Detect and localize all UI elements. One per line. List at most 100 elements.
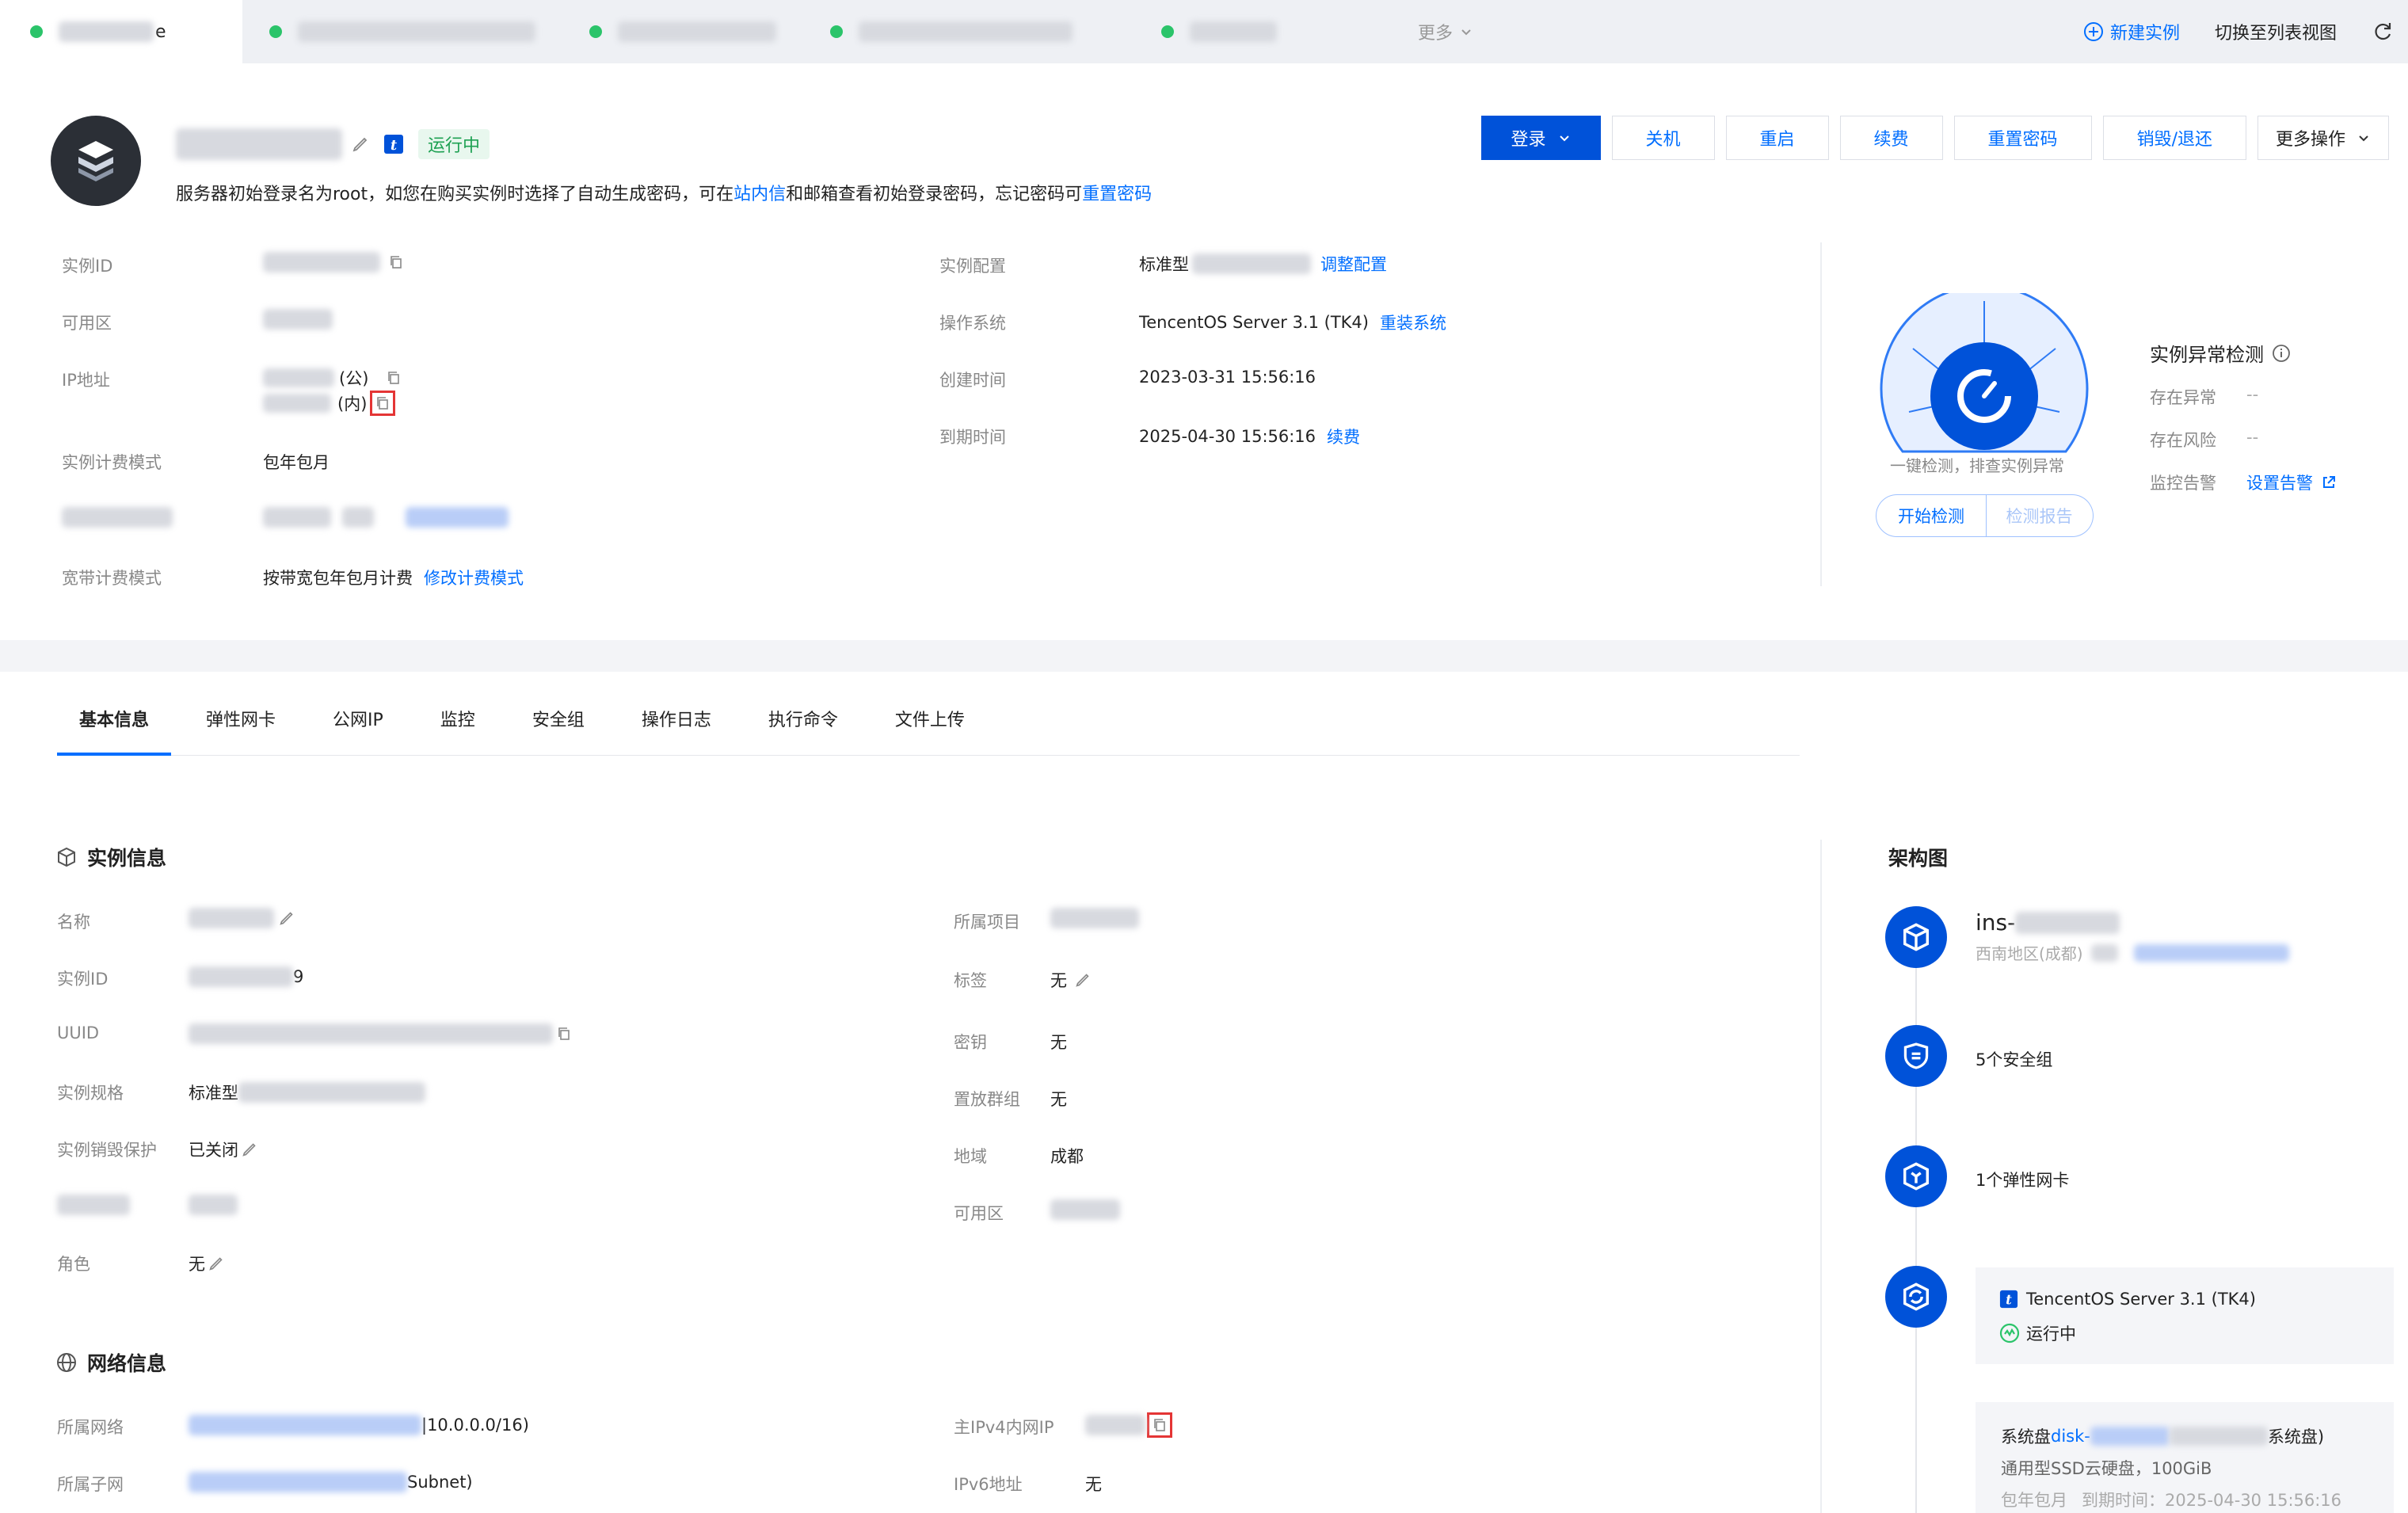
instance-title-row: t 运行中 xyxy=(176,127,490,162)
arch-instance-row: ins- xyxy=(1976,909,2120,936)
name-blurred xyxy=(189,908,274,928)
disk-id-blurred[interactable] xyxy=(2090,1427,2170,1446)
copy-icon[interactable] xyxy=(386,370,402,386)
expire-row: 2025-04-30 15:56:16 续费 xyxy=(1139,425,1360,448)
tab-operation-log[interactable]: 操作日志 xyxy=(642,681,711,756)
zone-label: 可用区 xyxy=(62,314,112,333)
blurred-link[interactable] xyxy=(406,507,509,528)
instance-tab-1[interactable]: e xyxy=(0,0,242,63)
copy-icon[interactable] xyxy=(556,1026,572,1042)
renew-link[interactable]: 续费 xyxy=(1327,425,1360,448)
detect-report-button[interactable]: 检测报告 xyxy=(1986,494,2094,537)
info-icon[interactable] xyxy=(2272,344,2291,363)
tencentos-logo-icon: t xyxy=(384,135,403,154)
copy-icon[interactable] xyxy=(388,254,404,270)
switch-list-view-button[interactable]: 切换至列表视图 xyxy=(2215,19,2337,44)
inbox-link[interactable]: 站内信 xyxy=(733,185,786,204)
role-label: 角色 xyxy=(57,1255,90,1274)
uuid-blurred xyxy=(189,1023,553,1044)
renew-button[interactable]: 续费 xyxy=(1839,116,1943,160)
security-groups-link[interactable]: 5个安全组 xyxy=(1976,1047,2052,1071)
cube-stack-icon xyxy=(78,141,113,181)
notice-text-1: 服务器初始登录名为root，如您在购买实例时选择了自动生成密码，可在 xyxy=(176,185,734,204)
section-separator xyxy=(0,640,2408,672)
tab-security-group[interactable]: 安全组 xyxy=(532,681,585,756)
tab-name-blurred xyxy=(59,21,154,42)
expire-value: 2025-04-30 15:56:16 xyxy=(1139,427,1316,446)
instance-info-heading: 实例信息 xyxy=(55,843,166,871)
edit-pencil-icon[interactable] xyxy=(207,1254,226,1273)
reset-password-button[interactable]: 重置密码 xyxy=(1953,116,2092,160)
chevron-down-icon xyxy=(1559,135,1569,142)
role-row: 无 xyxy=(189,1252,226,1275)
tab-file-upload[interactable]: 文件上传 xyxy=(895,681,965,756)
tab-monitor[interactable]: 监控 xyxy=(440,681,475,756)
adjust-config-link[interactable]: 调整配置 xyxy=(1320,252,1387,276)
set-alarm-link[interactable]: 设置告警 xyxy=(2246,471,2313,494)
uuid-row xyxy=(189,1023,572,1044)
instance-tab-2[interactable] xyxy=(269,0,535,63)
ip-public-row: (公) xyxy=(263,366,402,390)
login-button[interactable]: 登录 xyxy=(1481,116,1601,160)
instance-tab-4[interactable] xyxy=(830,0,1073,63)
tab-name-blurred xyxy=(1190,21,1277,42)
status-badge: 运行中 xyxy=(418,129,490,159)
id-row: 9 xyxy=(189,966,303,987)
detect-gauge-icon xyxy=(1880,293,2089,453)
tab-more-dropdown[interactable]: 更多 xyxy=(1418,0,1473,63)
disk-expire: 到期时间：2025-04-30 15:56:16 xyxy=(2082,1491,2342,1510)
more-actions-button[interactable]: 更多操作 xyxy=(2257,116,2389,160)
tab-public-ip[interactable]: 公网IP xyxy=(333,681,383,756)
new-instance-button[interactable]: 新建实例 xyxy=(2083,19,2180,44)
instance-name-blurred xyxy=(176,128,342,160)
edit-pencil-icon[interactable] xyxy=(1073,970,1092,989)
tab-name-blurred xyxy=(298,21,535,42)
shutdown-button[interactable]: 关机 xyxy=(1611,116,1715,160)
tab-run-command[interactable]: 执行命令 xyxy=(768,681,838,756)
reinstall-link[interactable]: 重装系统 xyxy=(1380,311,1446,334)
blurred-label xyxy=(57,1195,130,1215)
ip-private-blurred xyxy=(263,394,331,413)
ipv6-value: 无 xyxy=(1085,1475,1102,1494)
tab-more-label: 更多 xyxy=(1418,24,1454,44)
tab-eni[interactable]: 弹性网卡 xyxy=(206,681,276,756)
edit-pencil-icon[interactable] xyxy=(277,909,296,928)
vpc-link-blurred[interactable] xyxy=(189,1415,421,1435)
eni-link[interactable]: 1个弹性网卡 xyxy=(1976,1168,2069,1191)
zone-blurred xyxy=(1050,1199,1120,1220)
subnet-link-blurred[interactable] xyxy=(189,1472,407,1492)
os-label: 操作系统 xyxy=(939,314,1006,333)
destroy-button[interactable]: 销毁/退还 xyxy=(2102,116,2246,160)
running-dot-icon xyxy=(589,25,602,38)
notice-text-2: 和邮箱查看初始登录密码，忘记密码可 xyxy=(786,185,1083,204)
config-value: 标准型 xyxy=(1139,255,1189,274)
os-card-status: 运行中 xyxy=(1999,1321,2076,1345)
arch-blurred-link[interactable] xyxy=(2133,943,2289,962)
summary-divider xyxy=(1820,242,1822,586)
disk-link[interactable]: disk- xyxy=(2051,1427,2090,1446)
name-row xyxy=(189,908,296,928)
key-label: 密钥 xyxy=(954,1033,987,1052)
copy-icon[interactable] xyxy=(370,391,396,416)
refresh-button[interactable] xyxy=(2372,21,2394,43)
start-detect-button[interactable]: 开始检测 xyxy=(1876,494,1987,537)
tab-basic-info[interactable]: 基本信息 xyxy=(56,681,172,756)
instance-tab-3[interactable] xyxy=(589,0,776,63)
zone-blurred xyxy=(263,309,333,330)
login-notice: 服务器初始登录名为root，如您在购买实例时选择了自动生成密码，可在站内信和邮箱… xyxy=(176,180,1152,205)
eni-node xyxy=(1885,1145,1947,1207)
reset-password-link[interactable]: 重置密码 xyxy=(1082,185,1152,204)
id-label: 实例ID xyxy=(57,970,109,989)
restart-button[interactable]: 重启 xyxy=(1725,116,1829,160)
ip-public-tag: (公) xyxy=(339,369,369,388)
edit-pencil-icon[interactable] xyxy=(240,1140,259,1159)
blurred-value xyxy=(189,1195,238,1215)
copy-icon[interactable] xyxy=(1147,1412,1172,1438)
external-link-icon[interactable] xyxy=(2321,474,2337,490)
subnet-suffix: Subnet) xyxy=(407,1473,473,1492)
edit-pencil-icon[interactable] xyxy=(350,134,371,154)
os-card: t TencentOS Server 3.1 (TK4) 运行中 xyxy=(1976,1267,2394,1364)
instance-tab-5[interactable] xyxy=(1161,0,1277,63)
key-value: 无 xyxy=(1050,1033,1067,1052)
modify-billing-link[interactable]: 修改计费模式 xyxy=(424,566,524,589)
